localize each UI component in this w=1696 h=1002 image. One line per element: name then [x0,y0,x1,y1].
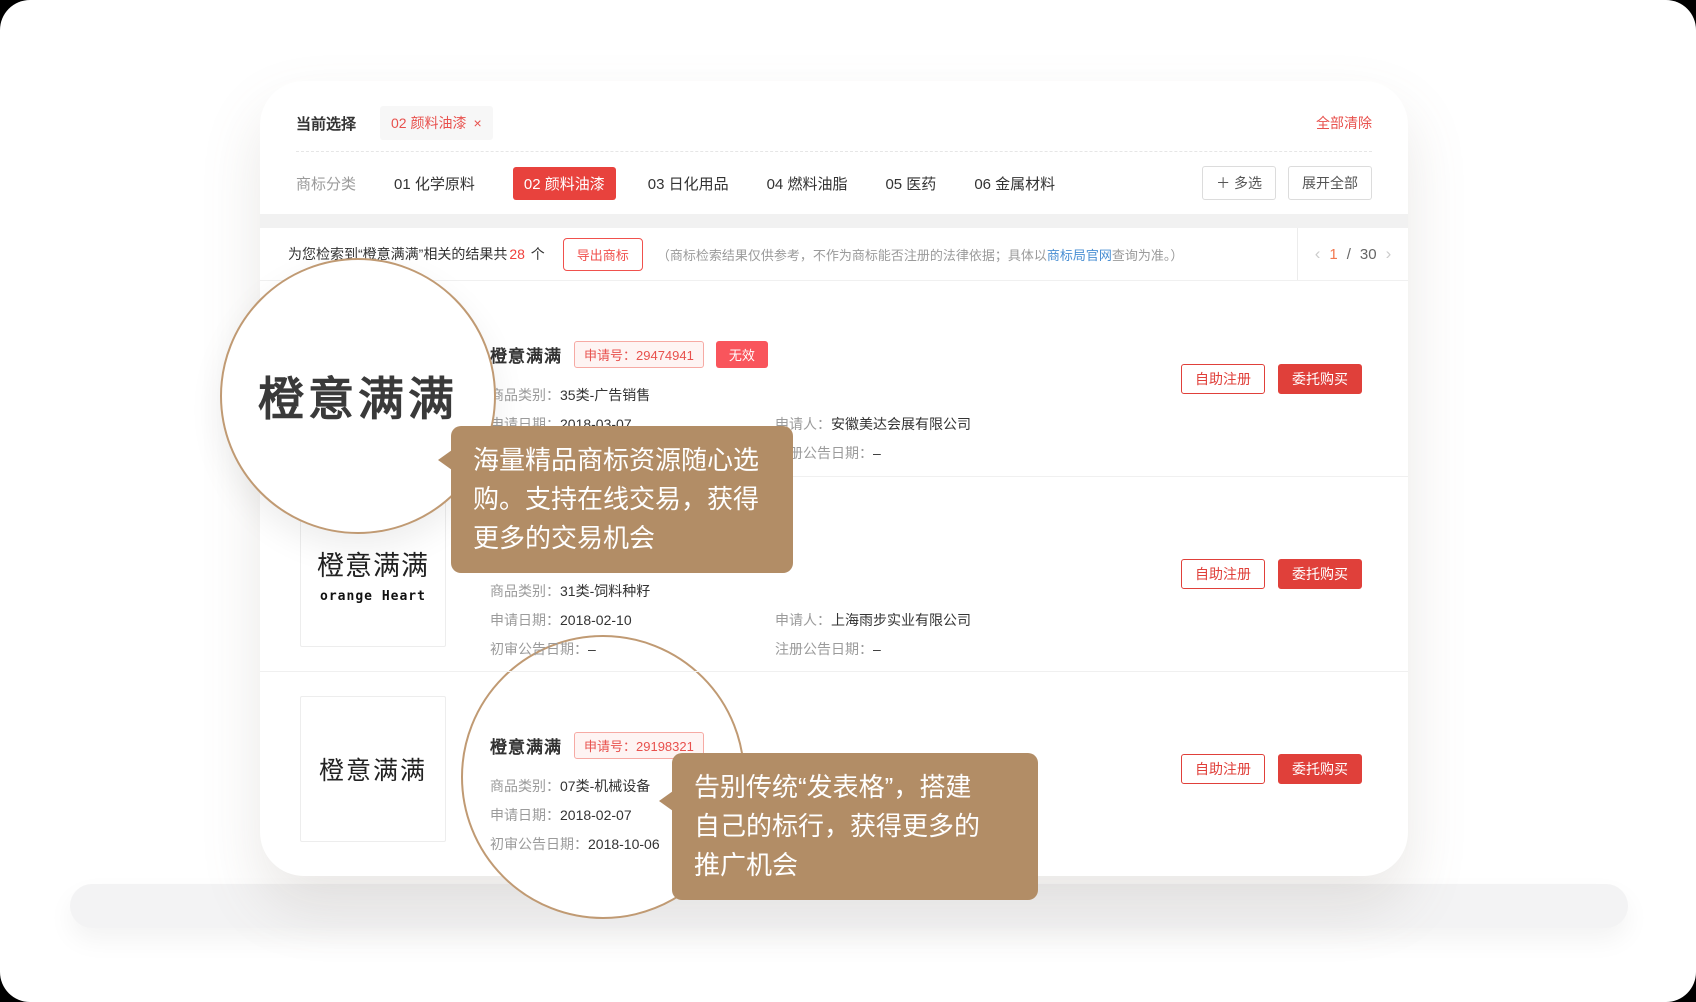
category-item-03[interactable]: 03 日化用品 [648,173,729,194]
trademark-image-text: 橙意满满 [317,544,429,583]
export-trademarks-button[interactable]: 导出商标 [563,238,643,271]
disclaimer-prefix: （商标检索结果仅供参考，不作为商标能否注册的法律依据；具体以 [657,248,1047,263]
category-row: 商标分类 01 化学原料 02 颜料油漆 03 日化用品 04 燃料油脂 05 … [296,152,1372,214]
category-item-04[interactable]: 04 燃料油脂 [767,173,848,194]
entrust-buy-button[interactable]: 委托购买 [1278,559,1362,589]
tag-close-icon[interactable]: × [473,115,481,131]
selected-filter-tag-text: 02 颜料油漆 [391,113,466,133]
expand-all-button[interactable]: 展开全部 [1288,166,1372,200]
callout-tooltip-promo: 告别传统“发表格”，搭建 自己的标行，获得更多的 推广机会 [672,753,1038,900]
app-no-label: 申请号： [584,348,636,363]
app-no-value: 29198321 [636,739,694,754]
applicant-label: 申请人： [775,612,831,628]
applicant-value: 上海雨步实业有限公司 [831,612,971,628]
reg-publish-value: – [873,445,881,461]
page-separator: / [1347,246,1351,263]
category-item-01[interactable]: 01 化学原料 [394,173,475,194]
entrust-buy-button[interactable]: 委托购买 [1278,754,1362,784]
filter-panel: 当前选择 02 颜料油漆 × 全部清除 商标分类 01 化学原料 02 颜料油漆… [260,81,1408,214]
reg-publish-value: – [873,641,881,657]
magnified-trademark-text: 橙意满满 [258,363,458,429]
results-count: 28 [509,246,525,262]
app-no-label: 申请号： [584,739,636,754]
first-publish-label: 初审公告日期： [490,836,588,852]
category-label: 商品类别： [490,583,560,599]
summary-suffix: 个 [527,246,545,262]
first-publish-label: 初审公告日期： [490,641,588,657]
trademark-image-text: 橙意满满 [319,751,427,787]
category-item-06[interactable]: 06 金属材料 [974,173,1055,194]
app-no-value: 29474941 [636,348,694,363]
reg-publish-label: 注册公告日期： [775,641,873,657]
prev-page-icon[interactable]: ‹ [1315,244,1321,264]
trademark-name: 橙意满满 [490,733,562,758]
self-register-button[interactable]: 自助注册 [1181,754,1265,784]
category-value: 31类-饲料种籽 [560,583,650,599]
current-selection-row: 当前选择 02 颜料油漆 × 全部清除 [296,95,1372,151]
callout-tooltip-trade: 海量精品商标资源随心选 购。支持在线交易，获得 更多的交易机会 [451,426,793,573]
category-value: 35类-广告销售 [560,387,650,403]
current-page: 1 [1329,246,1337,263]
category-value: 07类-机械设备 [560,778,650,794]
category-item-02-selected[interactable]: 02 颜料油漆 [513,167,616,200]
results-header: 为您检索到“橙意满满”相关的结果共28 个 导出商标 （商标检索结果仅供参考，不… [260,228,1408,281]
pagination: ‹ 1 / 30 › [1297,228,1408,280]
applicant-value: 安徽美达会展有限公司 [831,416,971,432]
category-item-05[interactable]: 05 医药 [885,173,936,194]
trademark-image: 橙意满满 [300,696,446,842]
selected-filter-tag[interactable]: 02 颜料油漆 × [380,106,493,140]
section-divider [260,214,1408,228]
trademark-name: 橙意满满 [490,342,562,367]
next-page-icon[interactable]: › [1386,244,1392,264]
summary-prefix: 为您检索到“橙意满满”相关的结果共 [288,246,507,262]
entrust-buy-button[interactable]: 委托购买 [1278,364,1362,394]
first-publish-value: 2018-10-06 [588,836,660,852]
self-register-button[interactable]: 自助注册 [1181,364,1265,394]
apply-date-label: 申请日期： [490,807,560,823]
category-label: 商品类别： [490,778,560,794]
apply-date-label: 申请日期： [490,612,560,628]
category-row-label: 商标分类 [296,173,356,194]
trademark-office-link[interactable]: 商标局官网 [1047,248,1112,263]
status-badge: 无效 [716,341,768,368]
first-publish-value: – [588,641,596,657]
apply-date-value: 2018-02-07 [560,807,632,823]
disclaimer-text: （商标检索结果仅供参考，不作为商标能否注册的法律依据；具体以商标局官网查询为准。… [657,245,1184,264]
self-register-button[interactable]: 自助注册 [1181,559,1265,589]
trademark-image-subtext: orange Heart [320,589,426,604]
apply-date-value: 2018-02-10 [560,612,632,628]
multi-select-button[interactable]: ＋ 多选 [1202,166,1276,200]
category-label: 商品类别： [490,387,560,403]
disclaimer-suffix: 查询为准。） [1112,248,1184,263]
current-selection-label: 当前选择 [296,113,356,134]
application-number-badge: 申请号：29474941 [574,341,704,368]
total-pages: 30 [1360,246,1377,263]
clear-all-button[interactable]: 全部清除 [1316,113,1372,133]
